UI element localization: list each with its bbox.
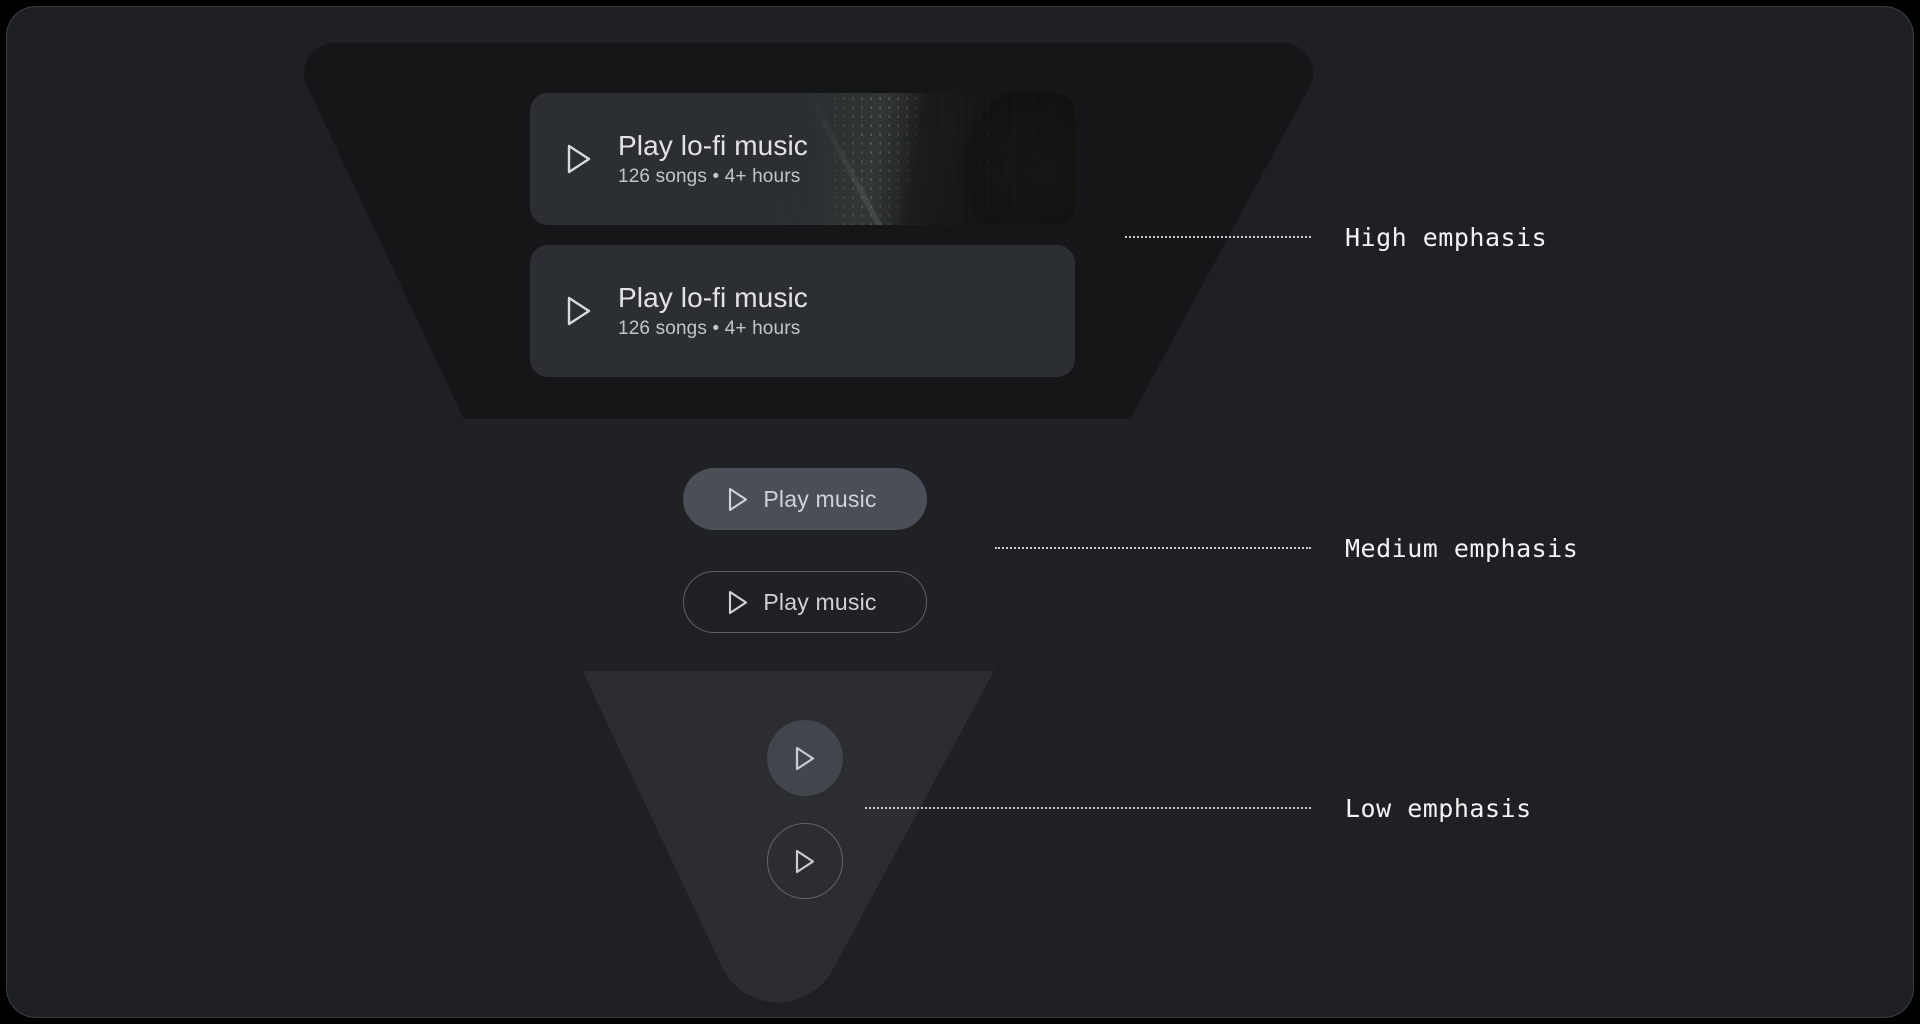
card-content: Play lo-fi music 126 songs • 4+ hours xyxy=(530,130,808,189)
content-layer: Play lo-fi music 126 songs • 4+ hours Pl… xyxy=(7,7,1913,1017)
button-label: Play music xyxy=(763,588,877,615)
play-icon xyxy=(795,746,815,770)
play-music-outlined-button[interactable]: Play music xyxy=(683,571,927,633)
screenshot-stage: Play lo-fi music 126 songs • 4+ hours Pl… xyxy=(0,0,1920,1024)
annotation-label: High emphasis xyxy=(1345,222,1548,252)
card-text-block: Play lo-fi music 126 songs • 4+ hours xyxy=(618,130,808,189)
play-music-filled-button[interactable]: Play music xyxy=(683,468,927,530)
card-title: Play lo-fi music xyxy=(618,281,808,313)
annotation-medium-emphasis: Medium emphasis xyxy=(995,533,1578,563)
card-content: Play lo-fi music 126 songs • 4+ hours xyxy=(530,282,808,341)
annotation-high-emphasis: High emphasis xyxy=(1125,222,1547,252)
card-title: Play lo-fi music xyxy=(618,129,808,161)
play-lofi-plain-card[interactable]: Play lo-fi music 126 songs • 4+ hours xyxy=(530,245,1075,377)
annotation-low-emphasis: Low emphasis xyxy=(865,793,1532,823)
card-subtitle: 126 songs • 4+ hours xyxy=(618,165,801,187)
play-filled-icon-button[interactable] xyxy=(767,720,843,796)
design-panel: Play lo-fi music 126 songs • 4+ hours Pl… xyxy=(6,6,1914,1018)
play-icon xyxy=(567,144,591,174)
play-icon xyxy=(729,590,748,614)
card-text-block: Play lo-fi music 126 songs • 4+ hours xyxy=(618,282,808,341)
play-icon xyxy=(567,296,591,326)
card-subtitle: 126 songs • 4+ hours xyxy=(618,317,801,339)
play-icon xyxy=(729,487,748,511)
annotation-label: Medium emphasis xyxy=(1345,533,1579,563)
play-lofi-image-card[interactable]: Play lo-fi music 126 songs • 4+ hours xyxy=(530,93,1075,225)
play-icon xyxy=(795,849,815,873)
leader-line xyxy=(865,807,1311,809)
leader-line xyxy=(995,547,1311,549)
button-label: Play music xyxy=(763,485,877,512)
play-outlined-icon-button[interactable] xyxy=(767,823,843,899)
annotation-label: Low emphasis xyxy=(1345,793,1532,823)
leader-line xyxy=(1125,236,1311,238)
